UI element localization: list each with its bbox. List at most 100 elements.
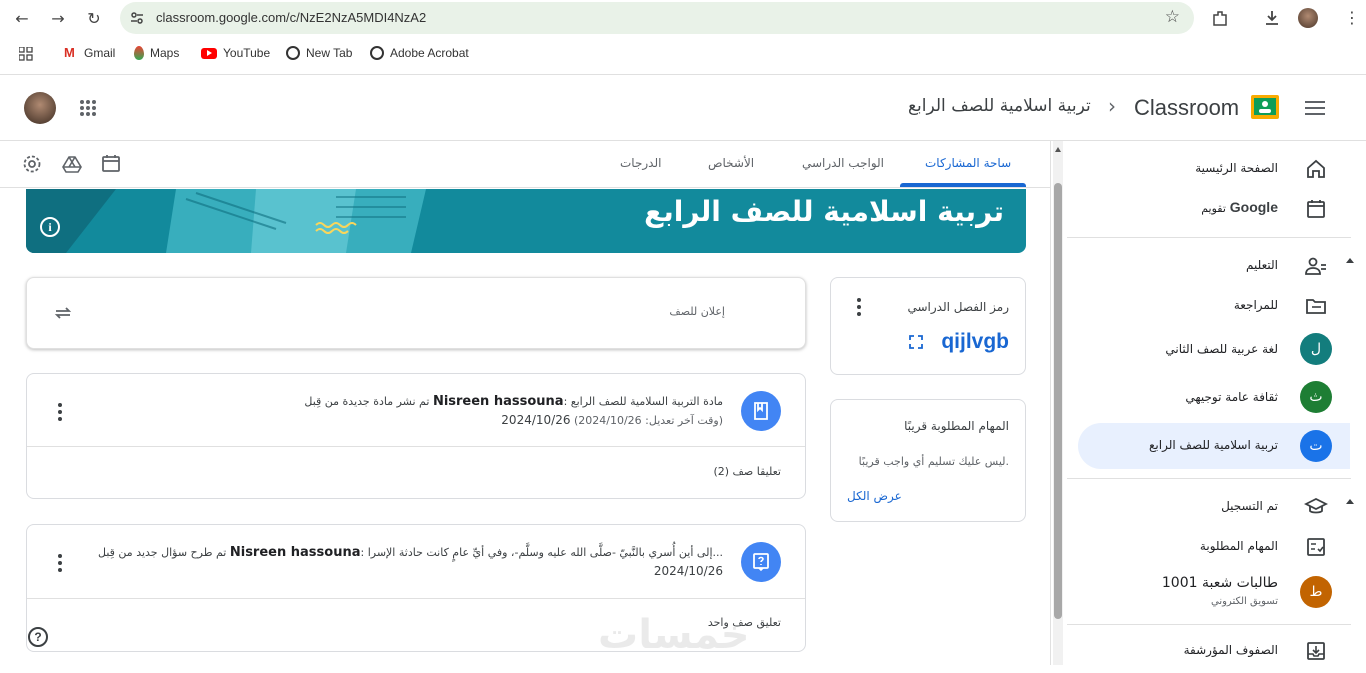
reload-icon[interactable]: ↻	[84, 8, 104, 28]
browser-chrome: ← → ↻ classroom.google.com/c/NzE2NzA5MDI…	[0, 0, 1366, 75]
extensions-icon[interactable]	[1211, 9, 1229, 27]
post-date-line: 2024/10/26 (وقت آخر تعديل: 2024/10/26)	[501, 413, 723, 427]
watermark: خمسات	[598, 612, 750, 658]
sidebar-item-label: الصفوف المؤرشفة	[1183, 643, 1278, 657]
classroom-brand[interactable]: Classroom	[1134, 95, 1239, 121]
maps-icon	[134, 46, 144, 60]
post-date: 2024/10/26	[653, 564, 723, 578]
upcoming-card: المهام المطلوبة قريبًا ليس عليك تسليم أي…	[830, 399, 1026, 522]
post-title[interactable]: تم نشر مادة جديدة من قِبل Nisreen hassou…	[304, 394, 723, 409]
sidebar-section-teaching[interactable]: التعليم	[1066, 244, 1366, 288]
class-banner: i تربية اسلامية للصف الرابع	[26, 189, 1026, 253]
main-menu-icon[interactable]	[1305, 100, 1325, 116]
download-icon[interactable]	[1263, 9, 1281, 27]
post-more-icon[interactable]	[57, 554, 63, 572]
globe-icon	[370, 46, 384, 60]
active-tab-indicator	[900, 183, 1026, 187]
help-icon[interactable]: ?	[28, 627, 48, 647]
app-header: تربية اسلامية للصف الرابع › Classroom	[0, 75, 1366, 141]
archive-icon	[1307, 642, 1325, 660]
announce-box[interactable]: إعلان للصف	[26, 277, 806, 349]
sidebar-item-label: التعليم	[1246, 258, 1278, 272]
class-code-label: رمز الفصل الدراسي	[907, 300, 1009, 314]
tab-classwork[interactable]: الواجب الدراسي	[802, 156, 884, 170]
google-drive-icon[interactable]	[62, 154, 82, 174]
sidebar-class-item[interactable]: ثقافة عامة توجيهي ث	[1066, 376, 1366, 420]
classroom-logo-icon[interactable]	[1251, 95, 1279, 119]
tab-people[interactable]: الأشخاص	[708, 156, 754, 170]
sidebar-item-calendar[interactable]: تقويم Google	[1066, 187, 1366, 231]
banner-illustration	[26, 189, 426, 253]
sidebar-item-label: تم التسجيل	[1221, 499, 1278, 513]
calendar-icon	[1307, 200, 1325, 218]
upcoming-empty-text: ليس عليك تسليم أي واجب قريبًا.	[858, 455, 1009, 468]
sidebar-item-review[interactable]: للمراجعة	[1066, 284, 1366, 328]
scrollbar-thumb[interactable]	[1054, 183, 1062, 619]
post-date: 2024/10/26	[501, 413, 571, 427]
post-suffix: : إلى أين أُسري بالنَّبيّ -صلَّى الله عل…	[360, 546, 723, 559]
tab-grades[interactable]: الدرجات	[620, 156, 661, 170]
collapse-caret-icon[interactable]	[1346, 258, 1354, 263]
forward-icon[interactable]: →	[48, 8, 68, 28]
bookmark-label: Adobe Acrobat	[390, 46, 469, 60]
profile-avatar[interactable]	[1298, 8, 1318, 28]
sidebar-item-home[interactable]: الصفحة الرئيسية	[1066, 147, 1366, 191]
bookmark-maps[interactable]: Maps	[134, 46, 179, 60]
bookmark-youtube[interactable]: YouTube	[201, 46, 270, 60]
post-divider	[27, 598, 805, 599]
sidebar-divider	[1067, 624, 1351, 625]
user-avatar[interactable]	[24, 92, 56, 124]
sidebar-section-enrolled[interactable]: تم التسجيل	[1066, 485, 1366, 529]
sidebar-item-archived[interactable]: الصفوف المؤرشفة	[1066, 629, 1366, 673]
class-code-more-icon[interactable]	[856, 298, 862, 316]
class-avatar: ث	[1300, 381, 1332, 413]
class-breadcrumb[interactable]: تربية اسلامية للصف الرابع	[908, 96, 1091, 116]
sidebar-class-item[interactable]: لغة عربية للصف الثاني ل	[1066, 328, 1366, 372]
class-tabs: الدرجات الأشخاص الواجب الدراسي ساحة المش…	[0, 141, 1050, 188]
address-bar[interactable]: classroom.google.com/c/NzE2NzA5MDI4NzA2 …	[120, 2, 1194, 34]
sidebar-scrollbar[interactable]	[1053, 141, 1063, 665]
class-info-icon[interactable]: i	[40, 217, 60, 237]
bookmark-star-icon[interactable]: ☆	[1165, 7, 1180, 27]
breadcrumb-chevron-icon: ›	[1108, 94, 1116, 118]
class-comments-link[interactable]: تعليقا صف (2)	[713, 465, 781, 478]
sidebar-item-todo[interactable]: المهام المطلوبة	[1066, 525, 1366, 569]
banner-title: تربية اسلامية للصف الرابع	[644, 195, 1004, 228]
sidebar-class-item-active[interactable]: تربية اسلامية للصف الرابع ت	[1078, 423, 1350, 469]
browser-menu-icon[interactable]: ⋮	[1344, 8, 1360, 27]
bookmark-new-tab[interactable]: New Tab	[286, 46, 352, 60]
bookmark-gmail[interactable]: M Gmail	[64, 45, 116, 61]
fullscreen-icon[interactable]	[909, 335, 923, 349]
site-info-icon[interactable]	[130, 11, 144, 25]
scroll-up-icon[interactable]	[1055, 147, 1061, 152]
settings-gear-icon[interactable]	[22, 154, 42, 174]
repost-icon[interactable]	[53, 303, 73, 323]
view-all-link[interactable]: عرض الكل	[847, 489, 902, 503]
post-title[interactable]: تم طرح سؤال جديد من قِبل Nisreen hassoun…	[98, 545, 723, 560]
post-more-icon[interactable]	[57, 403, 63, 421]
bookmark-adobe-acrobat[interactable]: Adobe Acrobat	[370, 46, 469, 60]
calendar-icon[interactable]	[102, 154, 120, 172]
bookmark-label: Gmail	[84, 46, 116, 60]
tab-stream[interactable]: ساحة المشاركات	[925, 156, 1011, 170]
sidebar-divider	[1067, 237, 1351, 238]
apps-grid-icon[interactable]	[19, 47, 33, 61]
url-text[interactable]: classroom.google.com/c/NzE2NzA5MDI4NzA2	[156, 10, 426, 25]
sidebar-item-label: للمراجعة	[1233, 298, 1278, 312]
home-icon	[1307, 159, 1325, 178]
back-icon[interactable]: ←	[12, 8, 32, 28]
bookmark-label: New Tab	[306, 46, 353, 60]
bookmark-label: Maps	[150, 46, 180, 60]
google-apps-icon[interactable]	[80, 100, 96, 116]
post-divider	[27, 446, 805, 447]
youtube-icon	[201, 47, 217, 59]
calendar-prefix: تقويم	[1201, 202, 1226, 215]
announce-placeholder[interactable]: إعلان للصف	[669, 305, 725, 318]
folder-icon	[1306, 299, 1326, 314]
sidebar-class-item[interactable]: طالبات شعبة 1001 تسويق الكتروني ط	[1066, 569, 1366, 617]
class-code-value: qijlvgb	[941, 330, 1009, 353]
upcoming-title: المهام المطلوبة قريبًا	[904, 419, 1009, 433]
stream-post[interactable]: تم نشر مادة جديدة من قِبل Nisreen hassou…	[26, 373, 806, 499]
collapse-caret-icon[interactable]	[1346, 499, 1354, 504]
gmail-icon: M	[64, 45, 75, 60]
